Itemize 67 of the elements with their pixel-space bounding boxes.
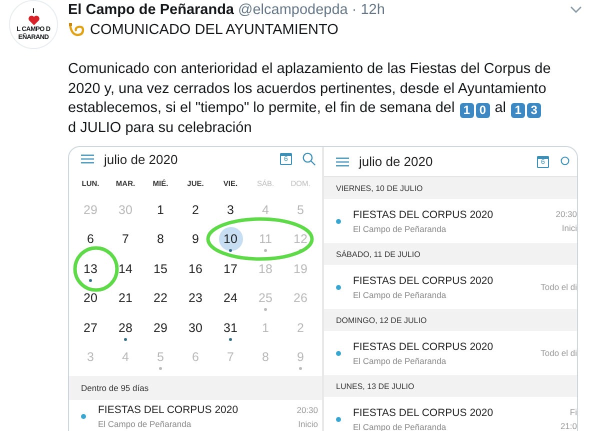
calendar-day[interactable]: 8 (148, 227, 172, 252)
tweet-time[interactable]: 12h (360, 2, 385, 18)
event-title[interactable]: FIESTAS DEL CORPUS 2020 (353, 274, 541, 286)
event-time: 20:30 (556, 209, 577, 219)
event-time: 21:0 (560, 421, 577, 431)
event-dot (336, 416, 341, 422)
search-icon[interactable] (302, 152, 316, 166)
calendar-day[interactable]: 6 (78, 227, 102, 252)
calendar-day[interactable]: 15 (148, 256, 172, 281)
highlight-ring (73, 246, 119, 292)
calendar-day[interactable]: 20 (78, 286, 102, 310)
calendar-day[interactable]: 29 (148, 316, 172, 340)
event-time: Todo el di (540, 282, 577, 292)
calendar-day[interactable]: 14 (114, 256, 138, 281)
event-time: 20:30 (296, 404, 318, 414)
calendar-day[interactable]: 23 (184, 286, 208, 310)
calendar-day[interactable]: 17 (218, 256, 242, 281)
calendar-day[interactable]: 16 (184, 256, 208, 281)
calendar-day[interactable]: 3 (218, 198, 242, 222)
headline: COMUNICADO DEL AYUNTAMIENTO (90, 22, 338, 38)
calendar-day[interactable]: 27 (78, 316, 102, 340)
event-time: Todo el di (540, 348, 577, 358)
event-title[interactable]: FIESTAS DEL CORPUS 2020 (353, 340, 541, 352)
day-header: LUNES, 13 DE JULIO (336, 382, 414, 390)
event-title[interactable]: FIESTAS DEL CORPUS 2020 (353, 406, 560, 418)
event-organizer: El Campo de Peñaranda (353, 356, 448, 366)
event-title[interactable]: FIESTAS DEL CORPUS 2020 (98, 404, 297, 416)
event-organizer: El Campo de Peñaranda (353, 290, 448, 300)
calendar-day[interactable]: 1 (148, 198, 172, 222)
event-time: Inici (562, 223, 577, 233)
menu-icon[interactable] (81, 154, 94, 164)
calendar-day[interactable]: 13 (78, 256, 102, 281)
horn-icon (68, 22, 86, 38)
calendar-day[interactable]: 7 (114, 227, 138, 252)
author-handle[interactable]: @elcampodepda (238, 2, 348, 18)
calendar-day[interactable]: 30 (184, 316, 208, 340)
calendar-day[interactable]: 24 (218, 286, 242, 310)
calendar-day[interactable]: 21 (114, 286, 138, 310)
calendar-day[interactable]: 22 (148, 286, 172, 310)
tweet-text: Comunicado con anterioridad el aplazamiento de las Fiestas del Corpus de 2020 y, una vez cerrados los acuerdos pertinentes, desde el Ayuntamiento establecemos, si el "tiempo" lo permite, el fin de semana del 1 0 al 1 3 d JULIO para su celebración (68, 60, 552, 138)
month-title: julio de 2020 (359, 154, 434, 169)
separator: · (352, 2, 357, 18)
calendar-day[interactable]: 31 (218, 316, 242, 340)
calendar-day[interactable]: 28 (114, 316, 138, 340)
day-header: DOMINGO, 12 DE JULIO (336, 316, 427, 324)
chevron-down-icon[interactable] (570, 6, 582, 14)
heart-icon (28, 14, 40, 26)
event-dot (81, 414, 86, 419)
month-title: julio de 2020 (104, 152, 179, 166)
section-title: Dentro de 95 días (81, 383, 149, 393)
event-dot (336, 350, 341, 356)
calendar-day[interactable]: 9 (184, 227, 208, 252)
menu-icon[interactable] (336, 156, 349, 166)
event-dot (336, 218, 341, 224)
event-organizer: El Campo de Peñaranda (353, 224, 448, 234)
day-header: VIERNES, 10 DE JULIO (336, 184, 423, 192)
event-dot (336, 284, 341, 290)
attached-screenshot[interactable] (68, 146, 578, 431)
event-organizer: El Campo de Peñaranda (353, 422, 448, 431)
author-name[interactable]: El Campo de Peñaranda (68, 2, 234, 18)
calendar-day[interactable]: 10 (218, 227, 242, 252)
event-time: Fi (570, 407, 577, 417)
event-title[interactable]: FIESTAS DEL CORPUS 2020 (353, 208, 556, 220)
calendar-day[interactable]: 2 (184, 198, 208, 222)
event-organizer: El Campo de Peñaranda (98, 419, 192, 429)
day-header: SÁBADO, 11 DE JULIO (336, 250, 420, 258)
event-time: Inicio (298, 418, 318, 428)
